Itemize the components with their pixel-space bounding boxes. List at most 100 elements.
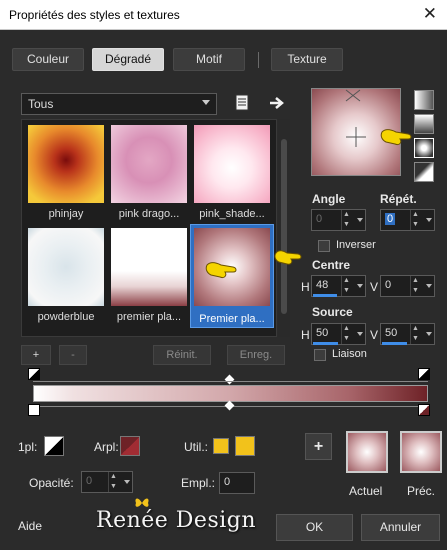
- gradient-label: pink_shade...: [199, 208, 265, 220]
- up-down-arrows-icon[interactable]: ▲ ▼: [108, 472, 118, 492]
- opacity-stop-start[interactable]: [28, 368, 40, 380]
- gradient-item-pink-shade[interactable]: pink_shade...: [192, 123, 272, 223]
- close-icon[interactable]: ✕: [423, 4, 437, 24]
- tab-motif[interactable]: Motif: [173, 48, 245, 71]
- source-v-value: 50: [385, 327, 398, 339]
- tab-couleur[interactable]: Couleur: [12, 48, 84, 71]
- repeat-spinner[interactable]: 0 ▲ ▼: [380, 209, 435, 231]
- scrollbar-thumb[interactable]: [281, 139, 287, 314]
- save-button[interactable]: Enreg.: [227, 345, 285, 365]
- up-down-arrows-icon[interactable]: ▲ ▼: [410, 276, 420, 296]
- linear-style-button[interactable]: [414, 90, 434, 110]
- category-select-value: Tous: [28, 97, 54, 111]
- gradient-item-pink-dragon[interactable]: pink drago...: [109, 123, 189, 223]
- pointing-hand-icon: [205, 262, 237, 278]
- gradient-item-powderblue[interactable]: powderblue: [26, 226, 106, 326]
- previous-label: Préc.: [407, 484, 436, 498]
- color-stop-end[interactable]: [418, 404, 430, 416]
- opacity-track: [33, 381, 428, 382]
- position-label: Empl.:: [181, 476, 216, 490]
- window-title: Propriétés des styles et textures: [9, 8, 180, 22]
- reset-button[interactable]: Réinit.: [153, 345, 211, 365]
- gradient-label: pink drago...: [118, 208, 180, 220]
- gradient-label: Premier pla...: [199, 313, 265, 325]
- repeat-label: Répét.: [380, 192, 417, 206]
- up-down-arrows-icon[interactable]: ▲ ▼: [410, 210, 420, 230]
- util-label: Util.:: [184, 440, 208, 454]
- up-down-arrows-icon[interactable]: ▲ ▼: [341, 210, 351, 230]
- sunburst-style-button[interactable]: [414, 138, 434, 158]
- arrow-right-icon[interactable]: [266, 92, 288, 114]
- center-label: Centre: [312, 258, 351, 272]
- center-v-label: V: [370, 280, 379, 294]
- angle-value: 0: [316, 213, 323, 225]
- opacity-stop-end[interactable]: [418, 368, 430, 380]
- previous-style-swatch[interactable]: [400, 431, 442, 473]
- center-h-value: 48: [316, 279, 329, 291]
- cancel-button[interactable]: Annuler: [361, 514, 440, 541]
- color-midpoint[interactable]: [224, 400, 235, 411]
- chevron-down-icon[interactable]: [426, 284, 432, 288]
- color-stop-start[interactable]: [28, 404, 40, 416]
- chevron-down-icon[interactable]: [124, 480, 130, 484]
- tab-separator: [258, 52, 259, 68]
- tab-degrade[interactable]: Dégradé: [92, 48, 164, 71]
- add-gradient-button[interactable]: +: [21, 345, 51, 365]
- current-style-swatch[interactable]: [346, 431, 388, 473]
- opacity-value: 0: [86, 475, 93, 487]
- gradient-label: phinjay: [48, 208, 84, 220]
- rectangular-style-button[interactable]: [414, 114, 434, 134]
- user-color-swatch[interactable]: [213, 438, 229, 454]
- invert-checkbox[interactable]: [318, 240, 330, 252]
- gradient-swatch: [111, 228, 187, 306]
- source-h-value: 50: [316, 327, 329, 339]
- watermark-logo: Renée Design: [96, 508, 257, 533]
- gradient-item-phinjay[interactable]: phinjay: [26, 123, 106, 223]
- document-menu-icon[interactable]: [232, 92, 254, 114]
- up-down-arrows-icon[interactable]: ▲ ▼: [341, 324, 351, 344]
- gradient-bar[interactable]: [33, 385, 428, 402]
- arpl-label: Arpl:: [94, 440, 119, 454]
- angle-label: Angle: [312, 192, 346, 206]
- gradient-label: powderblue: [37, 311, 95, 323]
- chevron-down-icon[interactable]: [357, 332, 363, 336]
- remove-gradient-button[interactable]: -: [59, 345, 87, 365]
- pointing-hand-icon: [380, 129, 412, 145]
- up-down-arrows-icon[interactable]: ▲ ▼: [410, 324, 420, 344]
- source-h-spinner[interactable]: 50 ▲ ▼: [311, 323, 366, 345]
- center-h-level: [313, 294, 337, 297]
- angle-spinner[interactable]: 0 ▲ ▼: [311, 209, 366, 231]
- opacity-label: Opacité:: [29, 476, 74, 490]
- title-bar: Propriétés des styles et textures ✕: [0, 0, 447, 30]
- gallery-scrollbar[interactable]: [278, 119, 290, 337]
- help-link[interactable]: Aide: [18, 519, 42, 533]
- chevron-down-icon[interactable]: [426, 332, 432, 336]
- link-checkbox[interactable]: [314, 349, 326, 361]
- add-to-swatches-button[interactable]: +: [305, 433, 332, 460]
- radial-style-button[interactable]: [414, 162, 434, 182]
- chevron-down-icon: [202, 100, 210, 105]
- gradient-item-premier-plan[interactable]: premier pla...: [109, 226, 189, 326]
- chevron-down-icon[interactable]: [357, 284, 363, 288]
- tab-texture[interactable]: Texture: [271, 48, 343, 71]
- category-select[interactable]: Tous: [21, 93, 217, 115]
- position-field[interactable]: 0: [219, 472, 255, 494]
- source-v-spinner[interactable]: 50 ▲ ▼: [380, 323, 435, 345]
- opacity-midpoint[interactable]: [224, 374, 235, 385]
- current-label: Actuel: [349, 484, 383, 498]
- repeat-value: 0: [385, 213, 396, 225]
- center-v-spinner[interactable]: 0 ▲ ▼: [380, 275, 435, 297]
- gradient-item-premier-plan-selected[interactable]: Premier pla...: [190, 224, 274, 328]
- gradient-gallery: phinjay pink drago... pink_shade... powd…: [21, 119, 277, 337]
- ok-button[interactable]: OK: [276, 514, 353, 541]
- up-down-arrows-icon[interactable]: ▲ ▼: [341, 276, 351, 296]
- pointing-hand-icon: [274, 250, 302, 265]
- chevron-down-icon[interactable]: [357, 218, 363, 222]
- opacity-short-label: 1pl:: [18, 440, 38, 454]
- user-color-swatch-large[interactable]: [235, 436, 255, 456]
- center-h-spinner[interactable]: 48 ▲ ▼: [311, 275, 366, 297]
- chevron-down-icon[interactable]: [426, 218, 432, 222]
- background-stop-swatch[interactable]: [120, 436, 140, 456]
- foreground-stop-swatch[interactable]: [44, 436, 64, 456]
- opacity-spinner[interactable]: 0 ▲ ▼: [81, 471, 133, 493]
